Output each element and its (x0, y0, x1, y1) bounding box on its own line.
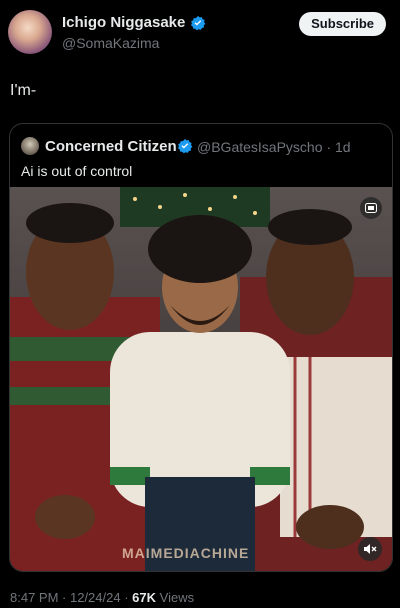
quote-author-name[interactable]: Concerned Citizen (45, 138, 177, 155)
quote-text: Ai is out of control (21, 163, 133, 179)
views-label: Views (159, 590, 195, 605)
speaker-muted-glyph (364, 544, 377, 554)
verified-badge-icon (191, 15, 206, 30)
post-footer: 8:47 PM · 12/24/24 · 67K Views (10, 590, 195, 605)
quote-avatar[interactable] (21, 137, 39, 155)
verified-badge-icon (178, 139, 193, 154)
post-date: 12/24/24 (69, 590, 121, 605)
gif-icon[interactable] (360, 197, 382, 219)
post-time: 8:47 PM (10, 590, 59, 605)
post-author-name[interactable]: Ichigo Niggasake (62, 14, 185, 31)
post-text: I'm- (10, 82, 37, 99)
quote-meta: @BGatesIsaPyscho · 1d (197, 139, 351, 155)
views-count: 67K (132, 590, 157, 605)
quote-age: 1d (334, 139, 351, 155)
mute-icon[interactable] (358, 537, 382, 561)
media-illustration (10, 187, 392, 571)
quote-author-handle[interactable]: @BGatesIsaPyscho (197, 139, 323, 155)
media-watermark: MAIMEDIACHINE (122, 545, 250, 561)
post-avatar[interactable] (8, 10, 52, 54)
post-author-row: Ichigo Niggasake (62, 14, 206, 31)
post-author-handle[interactable]: @SomaKazima (62, 35, 159, 51)
gif-glyph (365, 203, 377, 213)
quote-media-image[interactable]: MAIMEDIACHINE (10, 187, 392, 571)
subscribe-button[interactable]: Subscribe (299, 12, 386, 36)
quoted-post[interactable]: Concerned Citizen @BGatesIsaPyscho · 1d … (9, 123, 393, 572)
